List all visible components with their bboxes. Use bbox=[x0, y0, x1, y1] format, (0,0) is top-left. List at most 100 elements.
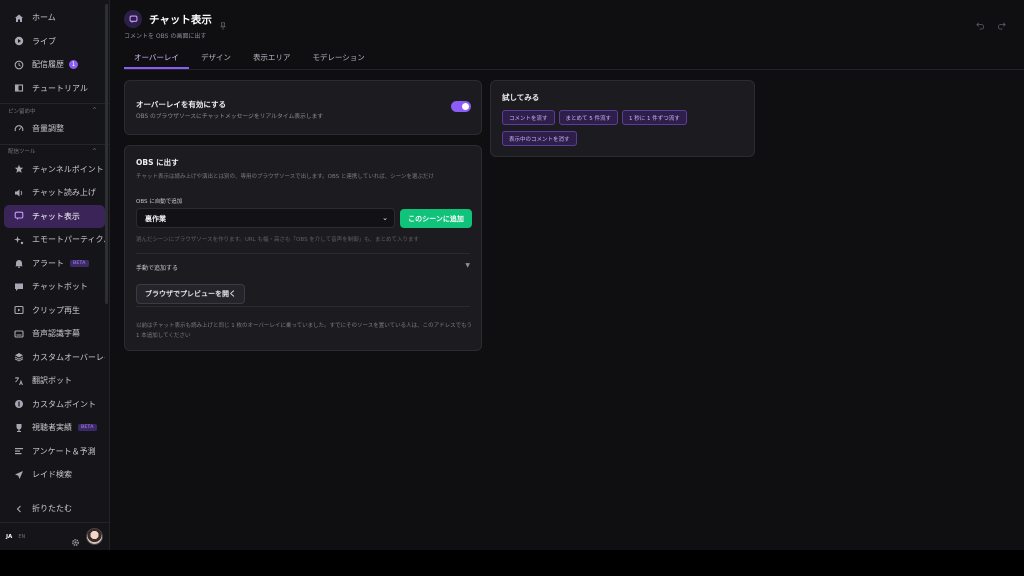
sidebar-item-viewer-achievements[interactable]: 視聴者実績 BETA bbox=[4, 416, 105, 440]
sidebar-item-clip-play[interactable]: クリップ再生 bbox=[4, 299, 105, 323]
chat-icon bbox=[14, 211, 24, 221]
sidebar-item-chatbot[interactable]: チャットボット bbox=[4, 275, 105, 299]
trophy-icon bbox=[14, 423, 24, 433]
chevron-down-icon: ⌄ bbox=[382, 214, 388, 222]
chevron-up-icon: ^ bbox=[91, 147, 97, 155]
add-scene-hint: 選んだシーンにブラウザソースを作ります。URL も幅・高さも「OBS を介して音… bbox=[136, 237, 419, 243]
add-to-scene-button[interactable]: このシーンに追加 bbox=[400, 209, 472, 228]
sidebar-scrollbar[interactable] bbox=[105, 4, 108, 304]
sidebar-item-label: 音量調整 bbox=[32, 124, 64, 134]
sidebar-item-label: カスタムポイント bbox=[32, 399, 96, 409]
language-ja-button[interactable]: JA bbox=[6, 534, 12, 540]
page-title: チャット表示 bbox=[149, 13, 212, 26]
sidebar-item-live[interactable]: ライブ bbox=[4, 30, 105, 54]
sidebar-item-home[interactable]: ホーム bbox=[4, 6, 105, 30]
sidebar-footer: JA EN bbox=[0, 522, 109, 550]
sidebar-item-label: チャンネルポイント bbox=[32, 164, 104, 174]
chat-icon bbox=[124, 10, 142, 28]
send-one-per-second-button[interactable]: 1 秒に 1 件ずつ流す bbox=[622, 110, 687, 125]
language-en-button[interactable]: EN bbox=[18, 534, 25, 540]
clear-comments-button[interactable]: 表示中のコメントを消す bbox=[502, 131, 577, 146]
message-icon bbox=[14, 282, 24, 292]
page-header: チャット表示 bbox=[124, 10, 227, 30]
divider bbox=[136, 253, 470, 254]
sidebar-item-label: クリップ再生 bbox=[32, 305, 80, 315]
sidebar-item-label: チャット読み上げ bbox=[32, 188, 96, 198]
overlay-enable-title: オーバーレイを有効にする bbox=[136, 100, 226, 109]
letterbox-bar bbox=[0, 550, 1024, 576]
sidebar-item-custom-overlay[interactable]: カスタムオーバーレイ bbox=[4, 346, 105, 370]
send-five-button[interactable]: まとめて 5 件流す bbox=[558, 110, 619, 125]
collapse-label: 折りたたむ bbox=[32, 504, 72, 514]
notification-badge: 1 bbox=[69, 60, 78, 70]
layers-icon bbox=[14, 352, 24, 362]
sidebar-item-emote-particle[interactable]: エモートパーティクル bbox=[4, 228, 105, 252]
tab-moderation[interactable]: モデレーション bbox=[302, 46, 374, 69]
sidebar-item-label: レイド検索 bbox=[32, 470, 72, 480]
sidebar-item-chat-display[interactable]: チャット表示 bbox=[4, 204, 105, 228]
tab-design[interactable]: デザイン bbox=[191, 46, 241, 69]
gauge-icon bbox=[14, 124, 24, 134]
pin-icon[interactable] bbox=[219, 15, 227, 30]
open-preview-button[interactable]: ブラウザでプレビューを開く bbox=[136, 284, 245, 304]
main-content: チャット表示 コメントを OBS の画面に出す オーバーレイ デザイン 表示エリ… bbox=[110, 0, 1024, 550]
sidebar-item-alert[interactable]: アラート BETA bbox=[4, 252, 105, 276]
overlay-enable-toggle[interactable] bbox=[451, 101, 471, 112]
sidebar-item-label: チャットボット bbox=[32, 282, 88, 292]
avatar[interactable] bbox=[86, 528, 103, 545]
collapse-sidebar-button[interactable]: 折りたたむ bbox=[4, 497, 109, 519]
sparkle-icon bbox=[14, 235, 24, 245]
obs-card-description: チャット表示は読み上げや演出とは別の、専用のブラウザソースで出します。OBS と… bbox=[136, 174, 434, 180]
section-label: ピン留め中 bbox=[8, 108, 36, 115]
sidebar-item-chat-tts[interactable]: チャット読み上げ bbox=[4, 181, 105, 205]
section-label: 配信ツール bbox=[8, 149, 36, 155]
bell-icon bbox=[14, 258, 24, 269]
section-header-tools[interactable]: 配信ツール ^ bbox=[0, 143, 109, 158]
gear-icon[interactable] bbox=[71, 532, 80, 546]
sidebar-item-translate-bot[interactable]: 翻訳ボット bbox=[4, 369, 105, 393]
send-icon bbox=[14, 470, 24, 480]
collapse-row: 折りたたむ bbox=[4, 497, 109, 521]
manual-add-toggle[interactable]: 手動で追加する bbox=[136, 263, 178, 272]
poll-icon bbox=[14, 446, 24, 456]
sidebar-item-label: 翻訳ボット bbox=[32, 376, 72, 386]
caret-down-icon[interactable]: ▼ bbox=[465, 262, 470, 269]
home-icon bbox=[14, 13, 24, 23]
try-card-title: 試してみる bbox=[502, 93, 540, 102]
sidebar-item-label: ライブ bbox=[32, 36, 56, 46]
scene-select[interactable]: 裏作業 ⌄ bbox=[136, 208, 395, 228]
overlay-enable-description: OBS のブラウザソースにチャットメッセージをリアルタイム表示します bbox=[136, 114, 324, 120]
sidebar: ホーム ライブ 配信履歴 1 チュートリアル ピン留め中 ^ 音量調整 配信ツー… bbox=[0, 0, 110, 550]
sidebar-item-volume[interactable]: 音量調整 bbox=[4, 117, 105, 141]
sidebar-item-label: ホーム bbox=[32, 13, 56, 23]
migration-note: 以前はチャット表示も読み上げと同じ 1 枚のオーバーレイに乗っていました。すでに… bbox=[136, 323, 472, 339]
tab-display-area[interactable]: 表示エリア bbox=[243, 46, 301, 69]
sidebar-item-captions[interactable]: 音声認識字幕 bbox=[4, 322, 105, 346]
clip-icon bbox=[14, 305, 24, 315]
redo-icon[interactable] bbox=[997, 15, 1006, 30]
sidebar-item-channel-points[interactable]: チャンネルポイント bbox=[4, 158, 105, 182]
sidebar-item-label: エモートパーティクル bbox=[32, 235, 105, 245]
history-icon bbox=[14, 60, 24, 70]
sidebar-item-label: アラート bbox=[32, 258, 64, 268]
book-icon bbox=[14, 83, 24, 93]
page-subtitle: コメントを OBS の画面に出す bbox=[124, 33, 207, 40]
sidebar-item-label: チャット表示 bbox=[32, 211, 80, 221]
sidebar-item-custom-points[interactable]: カスタムポイント bbox=[4, 393, 105, 417]
tab-overlay[interactable]: オーバーレイ bbox=[124, 46, 189, 69]
sidebar-item-label: 配信履歴 bbox=[32, 60, 64, 70]
send-comment-button[interactable]: コメントを流す bbox=[502, 110, 555, 125]
undo-icon[interactable] bbox=[976, 15, 985, 30]
sidebar-item-tutorial[interactable]: チュートリアル bbox=[4, 77, 105, 101]
coin-icon bbox=[14, 399, 24, 409]
section-header-pinned[interactable]: ピン留め中 ^ bbox=[0, 103, 109, 117]
sidebar-nav: ホーム ライブ 配信履歴 1 チュートリアル ピン留め中 ^ 音量調整 配信ツー… bbox=[0, 0, 109, 487]
sidebar-item-poll-prediction[interactable]: アンケート＆予測 bbox=[4, 440, 105, 464]
divider bbox=[136, 306, 470, 307]
play-circle-icon bbox=[14, 36, 24, 46]
obs-card-title: OBS に出す bbox=[136, 158, 179, 167]
caption-icon bbox=[14, 329, 24, 339]
sidebar-item-history[interactable]: 配信履歴 1 bbox=[4, 53, 105, 77]
overlay-enable-card: オーバーレイを有効にする OBS のブラウザソースにチャットメッセージをリアルタ… bbox=[124, 80, 482, 135]
sidebar-item-raid-search[interactable]: レイド検索 bbox=[4, 463, 105, 487]
